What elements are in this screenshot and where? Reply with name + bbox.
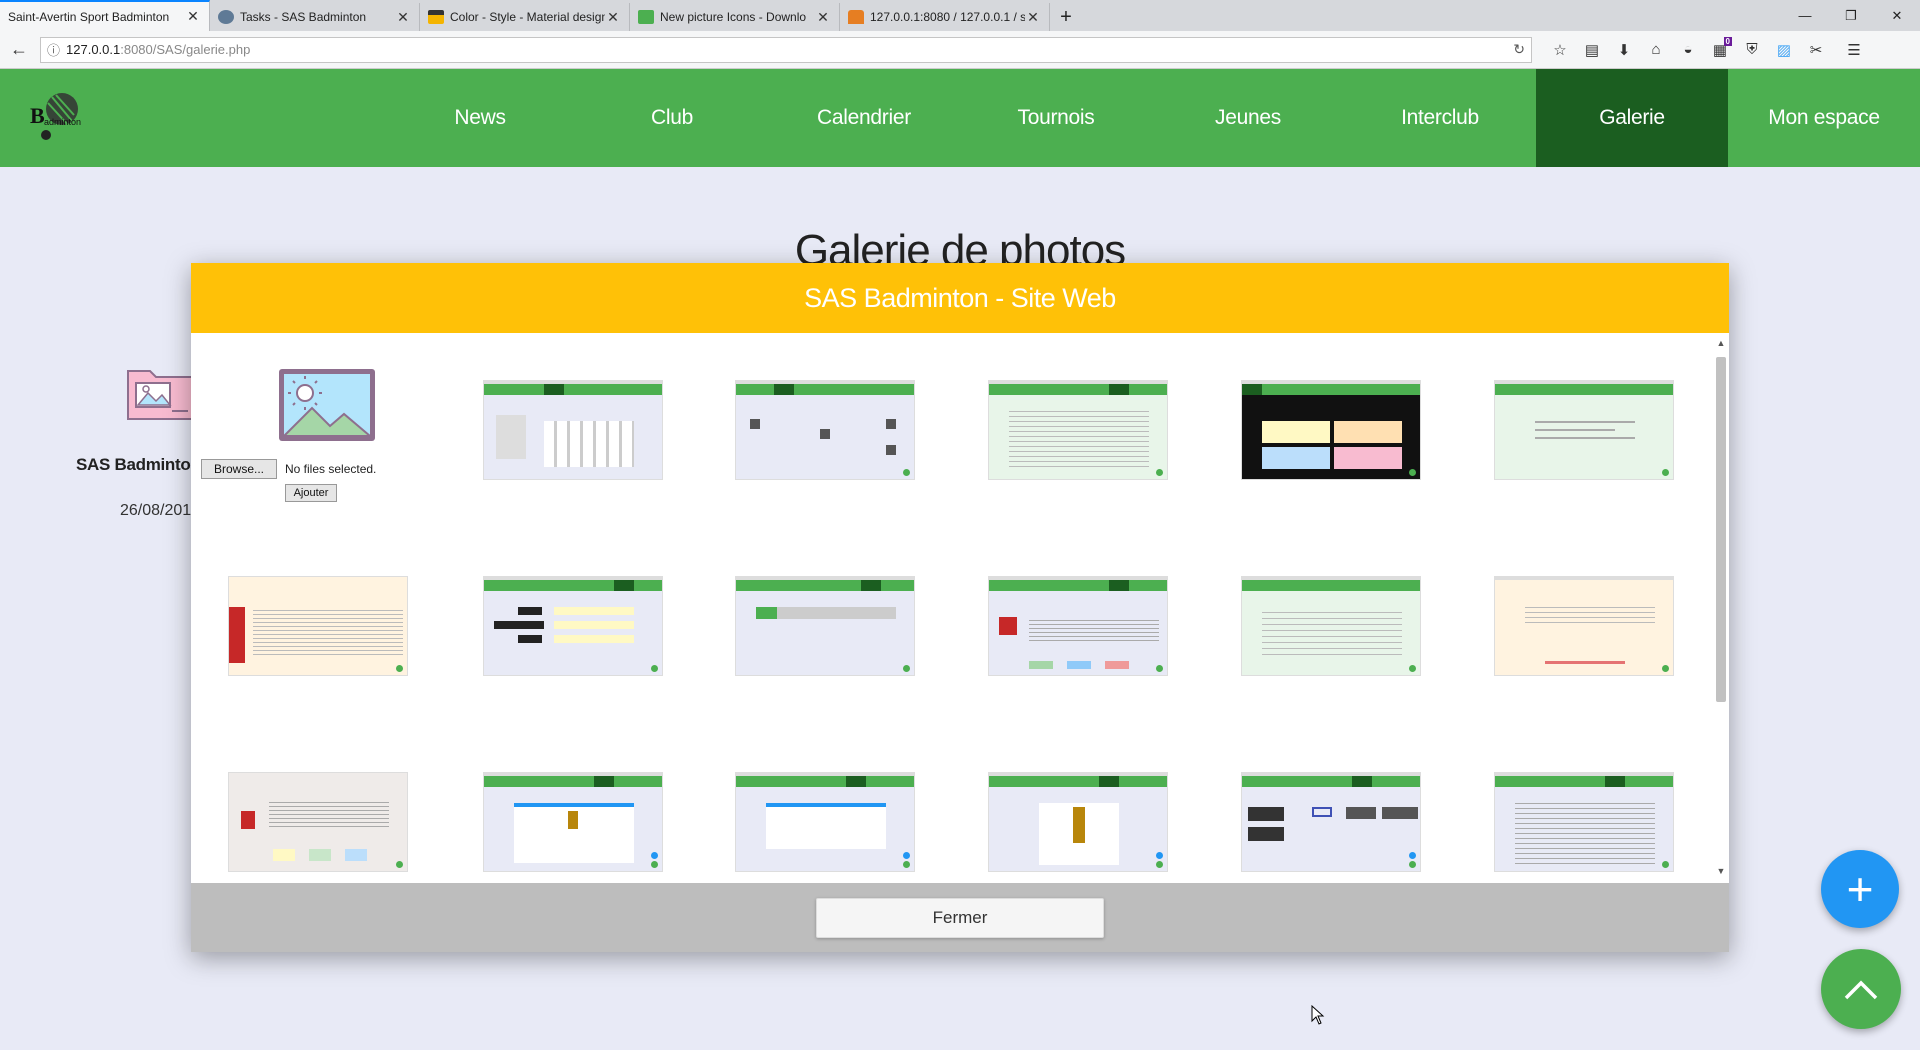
gallery-thumbnail[interactable]	[988, 576, 1168, 676]
window-controls: — ❐ ✕	[1782, 0, 1920, 31]
browser-tab[interactable]: New picture Icons - Downlo ✕	[630, 3, 840, 31]
menu-item-jeunes[interactable]: Jeunes	[1152, 69, 1344, 167]
gallery-thumbnail[interactable]	[988, 772, 1168, 872]
menu-icon[interactable]: ☰	[1838, 37, 1870, 63]
pocket-icon[interactable]: ◒	[1672, 37, 1704, 63]
gallery-thumbnail[interactable]	[735, 576, 915, 676]
gallery-thumbnail[interactable]	[1494, 380, 1674, 480]
gallery-thumbnail[interactable]	[228, 576, 408, 676]
album-date: 26/08/201	[120, 502, 192, 519]
gallery-thumbnail[interactable]	[1241, 380, 1421, 480]
extension-badge-count: 0	[1723, 36, 1732, 46]
menu-item-calendrier[interactable]: Calendrier	[768, 69, 960, 167]
tools-icon[interactable]: ✂	[1800, 37, 1832, 63]
tab-title: New picture Icons - Downlo	[660, 10, 807, 24]
gallery-thumbnail[interactable]	[735, 772, 915, 872]
site-header: B adminton News Club Calendrier Tournois…	[0, 69, 1920, 167]
browser-tab[interactable]: 127.0.0.1:8080 / 127.0.0.1 / sa ✕	[840, 3, 1050, 31]
gallery-thumbnail[interactable]	[1241, 576, 1421, 676]
close-tab-icon[interactable]: ✕	[815, 9, 831, 26]
browser-nav-bar: ← ⓘ 127.0.0.1:8080/SAS/galerie.php ↻ ☆ ▤…	[0, 31, 1920, 69]
gallery-thumbnail[interactable]	[1494, 576, 1674, 676]
browser-tab[interactable]: Saint-Avertin Sport Badminton ✕	[0, 0, 210, 31]
tab-title: Color - Style - Material design	[450, 10, 605, 24]
browser-tab[interactable]: Tasks - SAS Badminton ✕	[210, 3, 420, 31]
svg-text:B: B	[30, 103, 45, 128]
modal-body[interactable]: Browse... No files selected. Ajouter ▲ ▼	[191, 333, 1729, 883]
new-tab-icon[interactable]: +	[1050, 3, 1082, 31]
url-host: 127.0.0.1	[66, 42, 121, 57]
close-tab-icon[interactable]: ✕	[395, 9, 411, 26]
scrollbar-thumb[interactable]	[1716, 357, 1726, 702]
gallery-thumbnail[interactable]	[1241, 772, 1421, 872]
tab-favicon-icon	[848, 10, 864, 24]
star-icon[interactable]: ☆	[1544, 37, 1576, 63]
gallery-thumbnail[interactable]	[483, 772, 663, 872]
gallery-thumbnail[interactable]	[1494, 772, 1674, 872]
plus-icon: +	[1846, 863, 1874, 915]
modal-scrollbar[interactable]: ▲ ▼	[1715, 337, 1727, 877]
menu-item-mon-espace[interactable]: Mon espace	[1728, 69, 1920, 167]
mouse-cursor-icon	[1311, 1005, 1325, 1025]
site-info-icon[interactable]: ⓘ	[47, 40, 60, 59]
main-menu: News Club Calendrier Tournois Jeunes Int…	[384, 69, 1920, 167]
tab-favicon-icon	[428, 10, 444, 24]
tab-title: Saint-Avertin Sport Badminton	[8, 9, 170, 24]
close-tab-icon[interactable]: ✕	[185, 8, 201, 25]
browse-button[interactable]: Browse...	[201, 459, 277, 479]
shield-icon[interactable]: ⛨	[1736, 37, 1768, 63]
chart-icon[interactable]: ▨	[1768, 37, 1800, 63]
download-icon[interactable]: ⬇	[1608, 37, 1640, 63]
menu-item-interclub[interactable]: Interclub	[1344, 69, 1536, 167]
gallery-thumbnail[interactable]	[483, 380, 663, 480]
gallery-thumbnail[interactable]	[228, 772, 408, 872]
url-bar[interactable]: ⓘ 127.0.0.1:8080/SAS/galerie.php ↻	[40, 36, 1532, 63]
url-path: :8080/SAS/galerie.php	[120, 42, 251, 57]
extension-badge-icon[interactable]: ▦ 0	[1704, 36, 1736, 63]
add-album-button[interactable]: +	[1821, 850, 1899, 928]
browser-tab[interactable]: Color - Style - Material design ✕	[420, 3, 630, 31]
reload-icon[interactable]: ↻	[1513, 41, 1525, 58]
gallery-thumbnail[interactable]	[988, 380, 1168, 480]
close-modal-button[interactable]: Fermer	[816, 897, 1104, 938]
file-status: No files selected.	[285, 462, 377, 476]
chevron-up-icon	[1844, 980, 1878, 1000]
close-tab-icon[interactable]: ✕	[1025, 9, 1041, 26]
minimize-icon[interactable]: —	[1782, 0, 1828, 31]
tab-favicon-icon	[218, 10, 234, 24]
folder-image-icon	[127, 370, 193, 420]
gallery-thumbnail[interactable]	[483, 576, 663, 676]
browser-tab-bar: Saint-Avertin Sport Badminton ✕ Tasks - …	[0, 0, 1920, 31]
url-text: 127.0.0.1:8080/SAS/galerie.php	[66, 42, 1513, 57]
back-arrow-icon[interactable]: ←	[4, 35, 34, 65]
restore-icon[interactable]: ❐	[1828, 0, 1874, 31]
add-photo-button[interactable]: Ajouter	[285, 484, 337, 502]
tab-title: Tasks - SAS Badminton	[240, 10, 367, 24]
modal-title: SAS Badminton - Site Web	[191, 263, 1729, 333]
badminton-logo[interactable]: B adminton	[26, 83, 90, 147]
svg-text:adminton: adminton	[44, 117, 81, 127]
home-icon[interactable]: ⌂	[1640, 37, 1672, 63]
menu-item-news[interactable]: News	[384, 69, 576, 167]
scroll-up-icon[interactable]: ▲	[1715, 337, 1727, 349]
close-window-icon[interactable]: ✕	[1874, 0, 1920, 31]
menu-item-galerie[interactable]: Galerie	[1536, 69, 1728, 167]
image-upload-icon[interactable]	[277, 367, 377, 443]
reading-list-icon[interactable]: ▤	[1576, 37, 1608, 63]
close-tab-icon[interactable]: ✕	[605, 9, 621, 26]
tab-favicon-icon	[638, 10, 654, 24]
menu-item-tournois[interactable]: Tournois	[960, 69, 1152, 167]
scroll-to-top-button[interactable]	[1821, 949, 1901, 1029]
browser-toolbar: ☆ ▤ ⬇ ⌂ ◒ ▦ 0 ⛨ ▨ ✂ ☰	[1544, 36, 1870, 63]
tab-title: 127.0.0.1:8080 / 127.0.0.1 / sa	[870, 10, 1025, 24]
gallery-thumbnail[interactable]	[735, 380, 915, 480]
scroll-down-icon[interactable]: ▼	[1715, 865, 1727, 877]
gallery-modal: SAS Badminton - Site Web Browse... No fi…	[191, 263, 1729, 952]
modal-footer: Fermer	[191, 883, 1729, 952]
menu-item-club[interactable]: Club	[576, 69, 768, 167]
